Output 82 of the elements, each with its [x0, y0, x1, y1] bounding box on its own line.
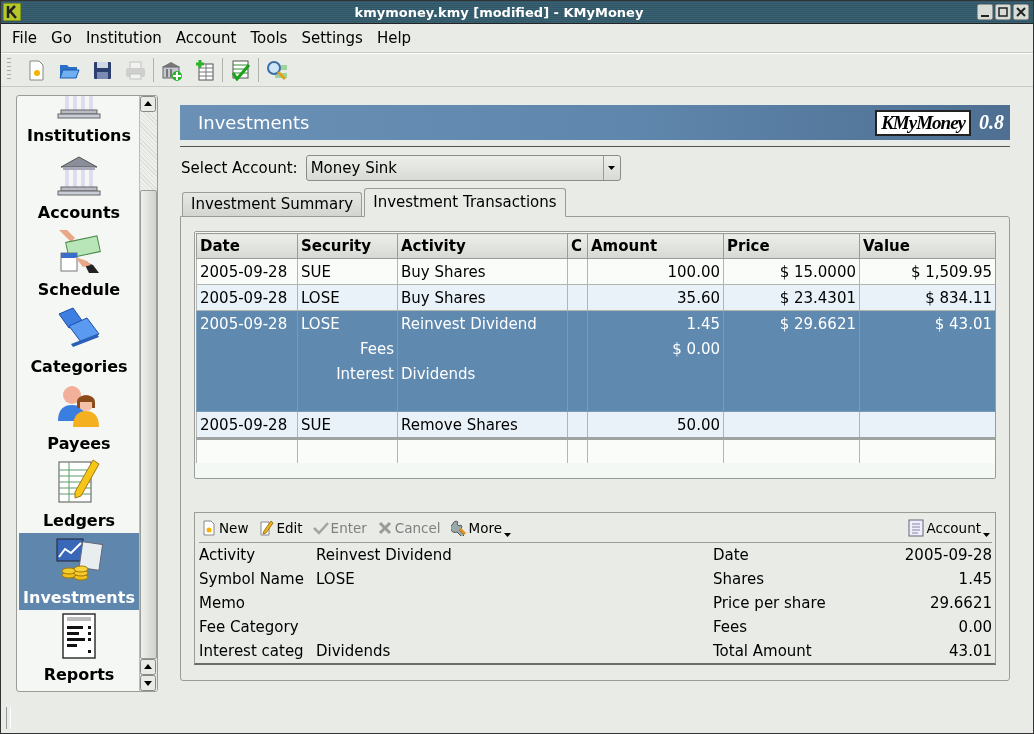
maximize-button[interactable] — [995, 4, 1011, 20]
edit-button[interactable]: Edit — [256, 515, 305, 540]
cross-icon — [376, 519, 393, 536]
column-header[interactable]: Date — [196, 233, 298, 259]
table-cell: Buy Shares — [397, 258, 568, 285]
field-label: Shares — [713, 570, 766, 588]
field-value: 43.01 — [948, 642, 992, 660]
field-label: Price per share — [713, 594, 827, 612]
table-cell: 100.00 — [587, 258, 724, 285]
field-label: Fee Category — [199, 618, 300, 636]
minimize-button[interactable] — [977, 4, 993, 20]
sidebar-item[interactable]: Accounts — [19, 148, 139, 225]
table-cell: SUE — [297, 258, 398, 285]
menu-item[interactable]: Go — [44, 27, 79, 49]
account-button[interactable]: Account — [906, 515, 992, 540]
document-icon — [908, 518, 925, 537]
sidebar-item[interactable]: Schedule — [19, 225, 139, 302]
sidebar-item[interactable]: Investments — [19, 533, 139, 610]
menu-item[interactable]: Tools — [243, 27, 295, 49]
tab[interactable]: Investment Transactions — [364, 188, 566, 217]
sheet-plus-icon[interactable] — [193, 59, 216, 81]
column-header[interactable]: C — [567, 233, 588, 259]
field-label: Interest categ — [199, 642, 305, 660]
bank-plus-icon[interactable] — [160, 59, 183, 81]
new-button[interactable]: New — [199, 515, 251, 540]
field-value: Reinvest Dividend — [316, 546, 453, 564]
window-title: kmymoney.kmy [modified] - KMyMoney — [353, 4, 645, 20]
menu-item[interactable]: Institution — [78, 27, 169, 49]
field-value: 1.45 — [957, 570, 992, 588]
scroll-down-button[interactable] — [140, 675, 156, 691]
field-value: 0.00 — [957, 618, 992, 636]
field-label: Date — [713, 546, 750, 564]
scroll-up-button[interactable] — [140, 96, 156, 112]
field-value: Dividends — [316, 642, 392, 660]
menu-item[interactable]: Help — [369, 27, 419, 49]
caret-icon — [983, 532, 990, 537]
page-title: Investments — [198, 112, 311, 133]
account-dropdown[interactable]: Money Sink — [305, 155, 621, 181]
scroll-up-button[interactable] — [140, 659, 156, 675]
caret-icon — [504, 532, 512, 537]
column-header[interactable]: Value — [859, 233, 995, 259]
field-label: Memo — [199, 594, 246, 612]
sidebar-item[interactable]: Reports — [19, 610, 139, 687]
field-label: Fees — [713, 618, 749, 636]
table-cell: 2005-09-28 — [196, 258, 298, 285]
field-label: Select Account: — [181, 159, 298, 177]
menu-item[interactable]: Settings — [294, 27, 370, 49]
app-logo: KMyMoney — [875, 109, 971, 136]
sidebar-item[interactable]: Payees — [19, 379, 139, 456]
table-cell: 2005-09-28 — [196, 284, 298, 311]
table-cell: Buy Shares — [397, 284, 568, 311]
checkmark-sheet-icon[interactable] — [229, 59, 252, 81]
field-value: LOSE — [316, 570, 356, 588]
wrench-icon — [450, 519, 467, 536]
chart-coins-icon — [55, 535, 103, 583]
sidebar-item[interactable]: Ledgers — [19, 456, 139, 533]
tab[interactable]: Investment Summary — [182, 192, 363, 216]
magnifier-icon[interactable] — [265, 59, 288, 81]
table-cell: $ 23.4301 — [723, 284, 860, 311]
field-label: Symbol Name — [199, 570, 305, 588]
caret-icon — [608, 166, 616, 170]
more-button[interactable]: More — [448, 515, 514, 540]
column-header[interactable]: Price — [723, 233, 860, 259]
table-cell: $ 15.0000 — [723, 258, 860, 285]
column-header[interactable]: Activity — [397, 233, 568, 259]
column-header[interactable]: Security — [297, 233, 398, 259]
sidebar-item[interactable]: Institutions — [19, 96, 139, 148]
field-value: 29.6621 — [928, 594, 992, 612]
pencil-icon — [258, 519, 275, 536]
table-cell: 35.60 — [587, 284, 724, 311]
table-cell: LOSE — [297, 284, 398, 311]
field-value: 2005-09-28 — [903, 546, 992, 564]
menu-item[interactable]: File — [5, 27, 45, 49]
document-icon — [201, 519, 217, 536]
column-header[interactable]: Amount — [587, 233, 724, 259]
version-label: 0.8 — [979, 111, 1004, 134]
field-label: Total Amount — [713, 642, 813, 660]
close-button[interactable] — [1013, 4, 1029, 20]
scrollbar-thumb[interactable] — [140, 190, 157, 659]
sidebar-item[interactable]: Categories — [19, 302, 139, 379]
menu-item[interactable]: Account — [168, 27, 244, 49]
field-label: Activity — [199, 546, 257, 564]
